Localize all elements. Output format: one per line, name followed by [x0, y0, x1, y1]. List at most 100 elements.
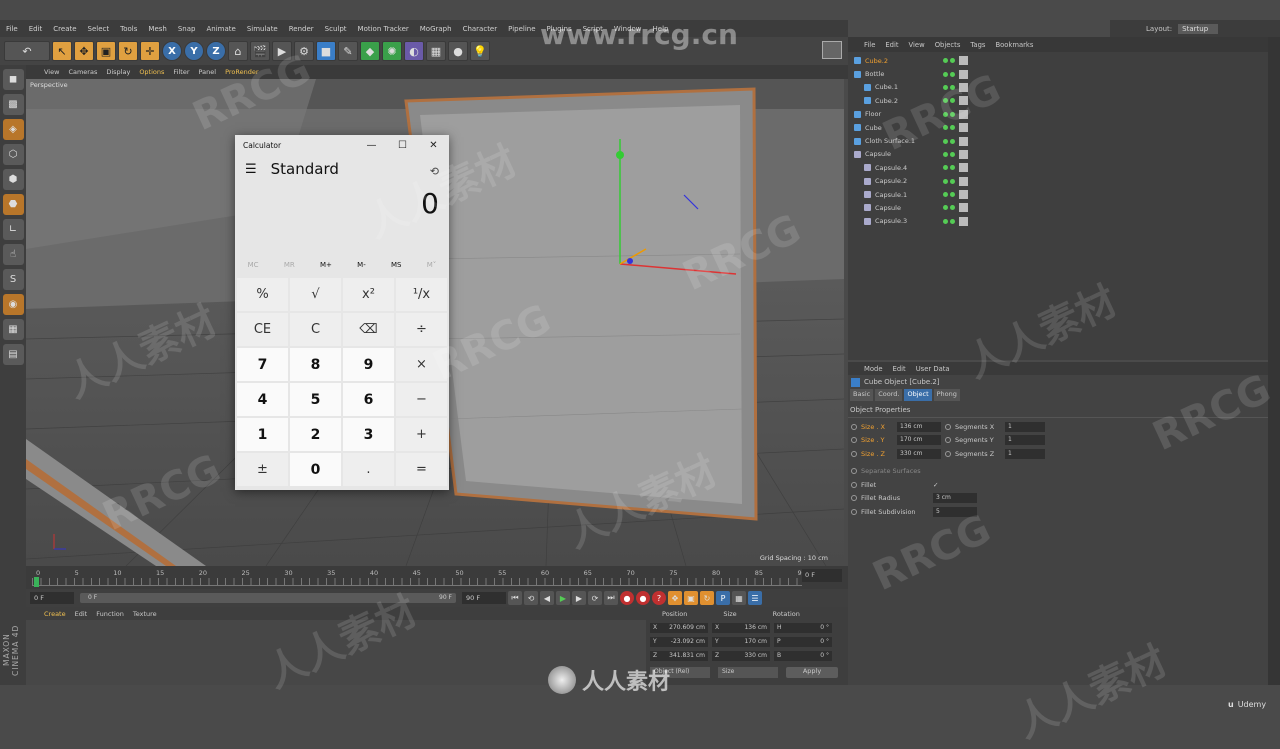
menu-select[interactable]: Select — [88, 25, 110, 33]
memory-button-2[interactable]: M+ — [320, 261, 332, 269]
viewport-menu-cameras[interactable]: Cameras — [68, 68, 97, 76]
visibility-render-dot[interactable] — [950, 165, 955, 171]
object-tag-icon[interactable] — [959, 69, 968, 79]
workplane-icon[interactable]: ◉ — [2, 294, 24, 315]
start-frame-field[interactable]: 0 F — [30, 592, 74, 604]
percent-button[interactable]: % — [237, 278, 288, 311]
edges-mode-icon[interactable]: ⬢ — [2, 169, 24, 190]
visibility-editor-dot[interactable] — [943, 165, 948, 171]
viewport-menu-options[interactable]: Options — [139, 68, 164, 76]
layout-dropdown[interactable]: Startup — [1178, 23, 1219, 34]
object-tag-icon[interactable] — [959, 123, 968, 133]
object-tag-icon[interactable] — [959, 176, 968, 186]
timeline-icon[interactable]: ☰ — [748, 591, 762, 605]
material-menu-edit[interactable]: Edit — [75, 610, 88, 618]
visibility-dots[interactable] — [943, 125, 955, 131]
object-list-item[interactable]: Capsule.3 — [848, 215, 1268, 228]
digit-6-button[interactable]: 6 — [343, 383, 394, 416]
camera-icon[interactable]: ● — [448, 41, 468, 61]
menu-create[interactable]: Create — [53, 25, 76, 33]
digit-3-button[interactable]: 3 — [343, 418, 394, 451]
material-menu-function[interactable]: Function — [96, 610, 124, 618]
subtract-button[interactable]: − — [396, 383, 447, 416]
visibility-dots[interactable] — [943, 205, 955, 211]
clear-button[interactable]: C — [290, 313, 341, 346]
close-icon[interactable]: ✕ — [418, 135, 449, 155]
size-field[interactable]: Y 170 cm — [712, 637, 770, 647]
texture-mode-icon[interactable]: ▩ — [2, 94, 24, 115]
menu-tools[interactable]: Tools — [120, 25, 137, 33]
object-tag-icon[interactable] — [959, 136, 968, 146]
y-axis-icon[interactable]: Y — [184, 41, 204, 61]
subdivision-icon[interactable]: ◆ — [360, 41, 380, 61]
minimize-icon[interactable]: — — [356, 135, 387, 155]
digit-0-button[interactable]: 0 — [290, 453, 341, 486]
fillet-checkbox[interactable]: ✓ — [933, 481, 938, 489]
size-radio[interactable] — [851, 450, 857, 457]
object-tag-icon[interactable] — [959, 96, 968, 106]
attribute-menu-user-data[interactable]: User Data — [916, 365, 950, 373]
apply-button[interactable]: Apply — [786, 667, 838, 678]
visibility-render-dot[interactable] — [950, 98, 955, 104]
object-tag-icon[interactable] — [959, 203, 968, 213]
visibility-editor-dot[interactable] — [943, 111, 948, 117]
menu-render[interactable]: Render — [289, 25, 314, 33]
object-list-item[interactable]: Floor — [848, 108, 1268, 121]
undo-icon[interactable]: ↶ — [4, 41, 50, 61]
pen-icon[interactable]: ✎ — [338, 41, 358, 61]
menu-pipeline[interactable]: Pipeline — [508, 25, 535, 33]
menu-sculpt[interactable]: Sculpt — [325, 25, 347, 33]
tab-coord[interactable]: Coord. — [875, 389, 903, 401]
timeline-track[interactable] — [32, 578, 802, 586]
object-manager-menu-view[interactable]: View — [909, 41, 925, 49]
visibility-editor-dot[interactable] — [943, 58, 948, 64]
memory-button-3[interactable]: M- — [357, 261, 366, 269]
fillet-subdivision-radio[interactable] — [851, 508, 857, 515]
visibility-render-dot[interactable] — [950, 71, 955, 77]
segments-field[interactable]: 1 — [1005, 448, 1045, 459]
hamburger-menu-icon[interactable]: ☰ — [245, 162, 257, 177]
rotation-field[interactable]: P 0 ° — [774, 637, 832, 647]
object-list-item[interactable]: Capsule.2 — [848, 175, 1268, 188]
rotation-field[interactable]: H 0 ° — [774, 623, 832, 633]
visibility-render-dot[interactable] — [950, 151, 955, 157]
visibility-editor-dot[interactable] — [943, 178, 948, 184]
rotation-key-icon[interactable]: ↻ — [700, 591, 714, 605]
visibility-render-dot[interactable] — [950, 58, 955, 64]
size-field[interactable]: 330 cm — [897, 448, 941, 459]
viewport-menu-filter[interactable]: Filter — [173, 68, 189, 76]
segments-radio[interactable] — [945, 437, 951, 444]
menu-mograph[interactable]: MoGraph — [420, 25, 452, 33]
position-field[interactable]: Y -23.092 cm — [650, 637, 708, 647]
frame-range-slider[interactable]: 0 F 90 F — [80, 593, 456, 603]
visibility-render-dot[interactable] — [950, 125, 955, 131]
menu-file[interactable]: File — [6, 25, 18, 33]
visibility-dots[interactable] — [943, 58, 955, 64]
points-mode-icon[interactable]: ⬡ — [2, 144, 24, 165]
memory-button-0[interactable]: MC — [248, 261, 259, 269]
size-radio[interactable] — [851, 437, 857, 444]
memory-button-1[interactable]: MR — [284, 261, 295, 269]
fillet-radio[interactable] — [851, 481, 857, 488]
object-list-item[interactable]: Cube.2 — [848, 94, 1268, 107]
tab-basic[interactable]: Basic — [850, 389, 874, 401]
digit-7-button[interactable]: 7 — [237, 348, 288, 381]
play-icon[interactable]: ▶ — [556, 591, 570, 605]
visibility-editor-dot[interactable] — [943, 151, 948, 157]
object-manager-menu-tags[interactable]: Tags — [970, 41, 985, 49]
memory-button-4[interactable]: MS — [391, 261, 401, 269]
rotation-field[interactable]: B 0 ° — [774, 651, 832, 661]
autokey-icon[interactable]: ● — [636, 591, 650, 605]
sqrt-button[interactable]: √ — [290, 278, 341, 311]
scale-icon[interactable]: ▣ — [96, 41, 116, 61]
tab-object[interactable]: Object — [904, 389, 932, 401]
digit-9-button[interactable]: 9 — [343, 348, 394, 381]
record-icon[interactable]: ● — [620, 591, 634, 605]
object-tag-icon[interactable] — [959, 190, 968, 200]
menu-mesh[interactable]: Mesh — [148, 25, 166, 33]
render-picture-viewer-icon[interactable]: ▶ — [272, 41, 292, 61]
visibility-dots[interactable] — [943, 165, 955, 171]
segments-field[interactable]: 1 — [1005, 435, 1045, 446]
object-list-item[interactable]: Cube.1 — [848, 81, 1268, 94]
history-icon[interactable]: ⟲ — [430, 165, 439, 178]
